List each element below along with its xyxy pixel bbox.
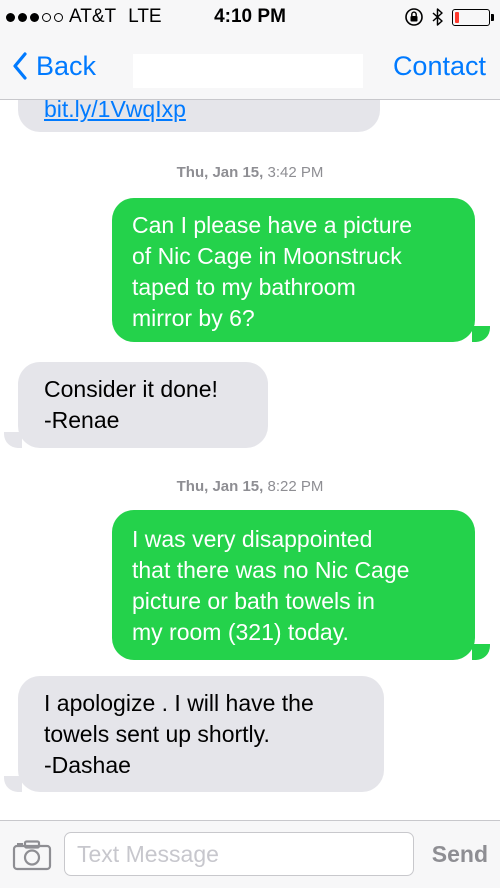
message-text-line: that there was no Nic Cage bbox=[132, 557, 410, 583]
redacted-contact-name bbox=[133, 54, 363, 88]
bubble-tail bbox=[4, 776, 22, 792]
camera-icon[interactable] bbox=[12, 839, 52, 871]
send-button[interactable]: Send bbox=[432, 832, 488, 876]
bubble-tail bbox=[4, 432, 22, 448]
timestamp-day: Thu, Jan 15, bbox=[176, 478, 264, 495]
bluetooth-icon bbox=[432, 8, 443, 26]
timestamp-time: 8:22 PM bbox=[267, 478, 324, 495]
message-text-line: I was very disappointed bbox=[132, 526, 373, 552]
message-input[interactable]: Text Message bbox=[64, 832, 414, 876]
message-text-line: -Renae bbox=[44, 407, 120, 433]
timestamp-day: Thu, Jan 15, bbox=[176, 164, 264, 181]
status-bar: AT&T LTE 4:10 PM bbox=[0, 0, 500, 36]
timestamp: Thu, Jan 15, 8:22 PM bbox=[0, 478, 500, 495]
bubble-tail bbox=[472, 326, 490, 342]
battery-level bbox=[455, 11, 459, 23]
message-text-line: I apologize . I will have the bbox=[44, 690, 314, 716]
nav-bar: Back Contact bbox=[0, 36, 500, 100]
bubble-tail bbox=[472, 644, 490, 660]
message-text-line: picture or bath towels in bbox=[132, 588, 375, 614]
message-text-line: towels sent up shortly. bbox=[44, 721, 270, 747]
timestamp: Thu, Jan 15, 3:42 PM bbox=[0, 164, 500, 181]
status-right bbox=[404, 6, 494, 28]
message-bubble-incoming[interactable]: Consider it done! -Renae bbox=[18, 362, 268, 448]
back-label: Back bbox=[36, 50, 97, 81]
message-text-line: taped to my bathroom bbox=[132, 274, 356, 300]
message-bubble-outgoing[interactable]: I was very disappointed that there was n… bbox=[112, 510, 475, 660]
message-text-line: mirror by 6? bbox=[132, 305, 255, 331]
message-bubble-outgoing[interactable]: Can I please have a picture of Nic Cage … bbox=[112, 198, 475, 342]
message-link[interactable]: bit.ly/1VwqIxp bbox=[44, 100, 380, 125]
timestamp-time: 3:42 PM bbox=[267, 164, 324, 181]
contact-button[interactable]: Contact bbox=[393, 48, 486, 84]
message-text-line: Consider it done! bbox=[44, 376, 218, 402]
message-bubble-incoming[interactable]: I apologize . I will have the towels sen… bbox=[18, 676, 384, 792]
message-input-placeholder: Text Message bbox=[77, 841, 219, 867]
message-text-line: -Dashae bbox=[44, 752, 131, 778]
compose-bar: Text Message Send bbox=[0, 820, 500, 888]
message-bubble-incoming[interactable]: bit.ly/1VwqIxp bbox=[18, 100, 380, 132]
battery-icon bbox=[452, 8, 494, 26]
message-text-line: of Nic Cage in Moonstruck bbox=[132, 243, 402, 269]
message-text-line: Can I please have a picture bbox=[132, 212, 413, 238]
back-button[interactable]: Back bbox=[12, 48, 96, 84]
rotation-lock-icon bbox=[405, 8, 423, 26]
message-list[interactable]: bit.ly/1VwqIxp Thu, Jan 15, 3:42 PM Can … bbox=[0, 100, 500, 820]
message-text-line: my room (321) today. bbox=[132, 619, 349, 645]
chevron-left-icon bbox=[13, 52, 27, 80]
